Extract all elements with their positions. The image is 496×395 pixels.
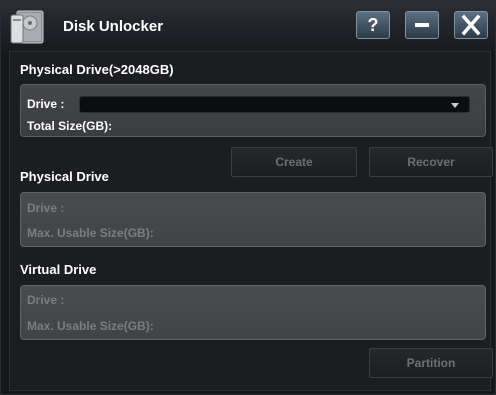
close-button[interactable] (454, 11, 488, 39)
main-content: Physical Drive(>2048GB) Drive : Total Si… (9, 51, 493, 391)
partition-button[interactable]: Partition (369, 348, 493, 378)
drive-label: Drive : (27, 97, 65, 111)
minimize-icon (415, 23, 429, 27)
help-button[interactable]: ? (356, 11, 390, 39)
virtual-panel: Drive : Max. Usable Size(GB): (20, 285, 486, 340)
virtual-max-size-label: Max. Usable Size(GB): (27, 319, 154, 333)
physical-panel: Drive : Max. Usable Size(GB): (20, 192, 486, 247)
chevron-down-icon (451, 103, 459, 108)
section-title-physical: Physical Drive (20, 169, 109, 184)
physical-large-panel: Drive : Total Size(GB): (20, 84, 486, 137)
create-button[interactable]: Create (231, 147, 357, 177)
physical-drive-label: Drive : (27, 201, 65, 215)
app-window: Disk Unlocker ? Physical Drive(>2048GB) … (0, 0, 496, 395)
virtual-drive-label: Drive : (27, 293, 65, 307)
disk-drive-icon (9, 7, 49, 47)
section-title-virtual: Virtual Drive (20, 262, 97, 277)
recover-button[interactable]: Recover (369, 147, 493, 177)
section-title-physical-large: Physical Drive(>2048GB) (20, 62, 174, 77)
app-title: Disk Unlocker (63, 18, 164, 35)
drive-select[interactable] (79, 96, 470, 113)
title-bar[interactable]: Disk Unlocker ? (1, 1, 495, 51)
total-size-label: Total Size(GB): (27, 119, 113, 133)
minimize-button[interactable] (405, 11, 439, 39)
close-icon (461, 14, 481, 36)
physical-max-size-label: Max. Usable Size(GB): (27, 226, 154, 240)
